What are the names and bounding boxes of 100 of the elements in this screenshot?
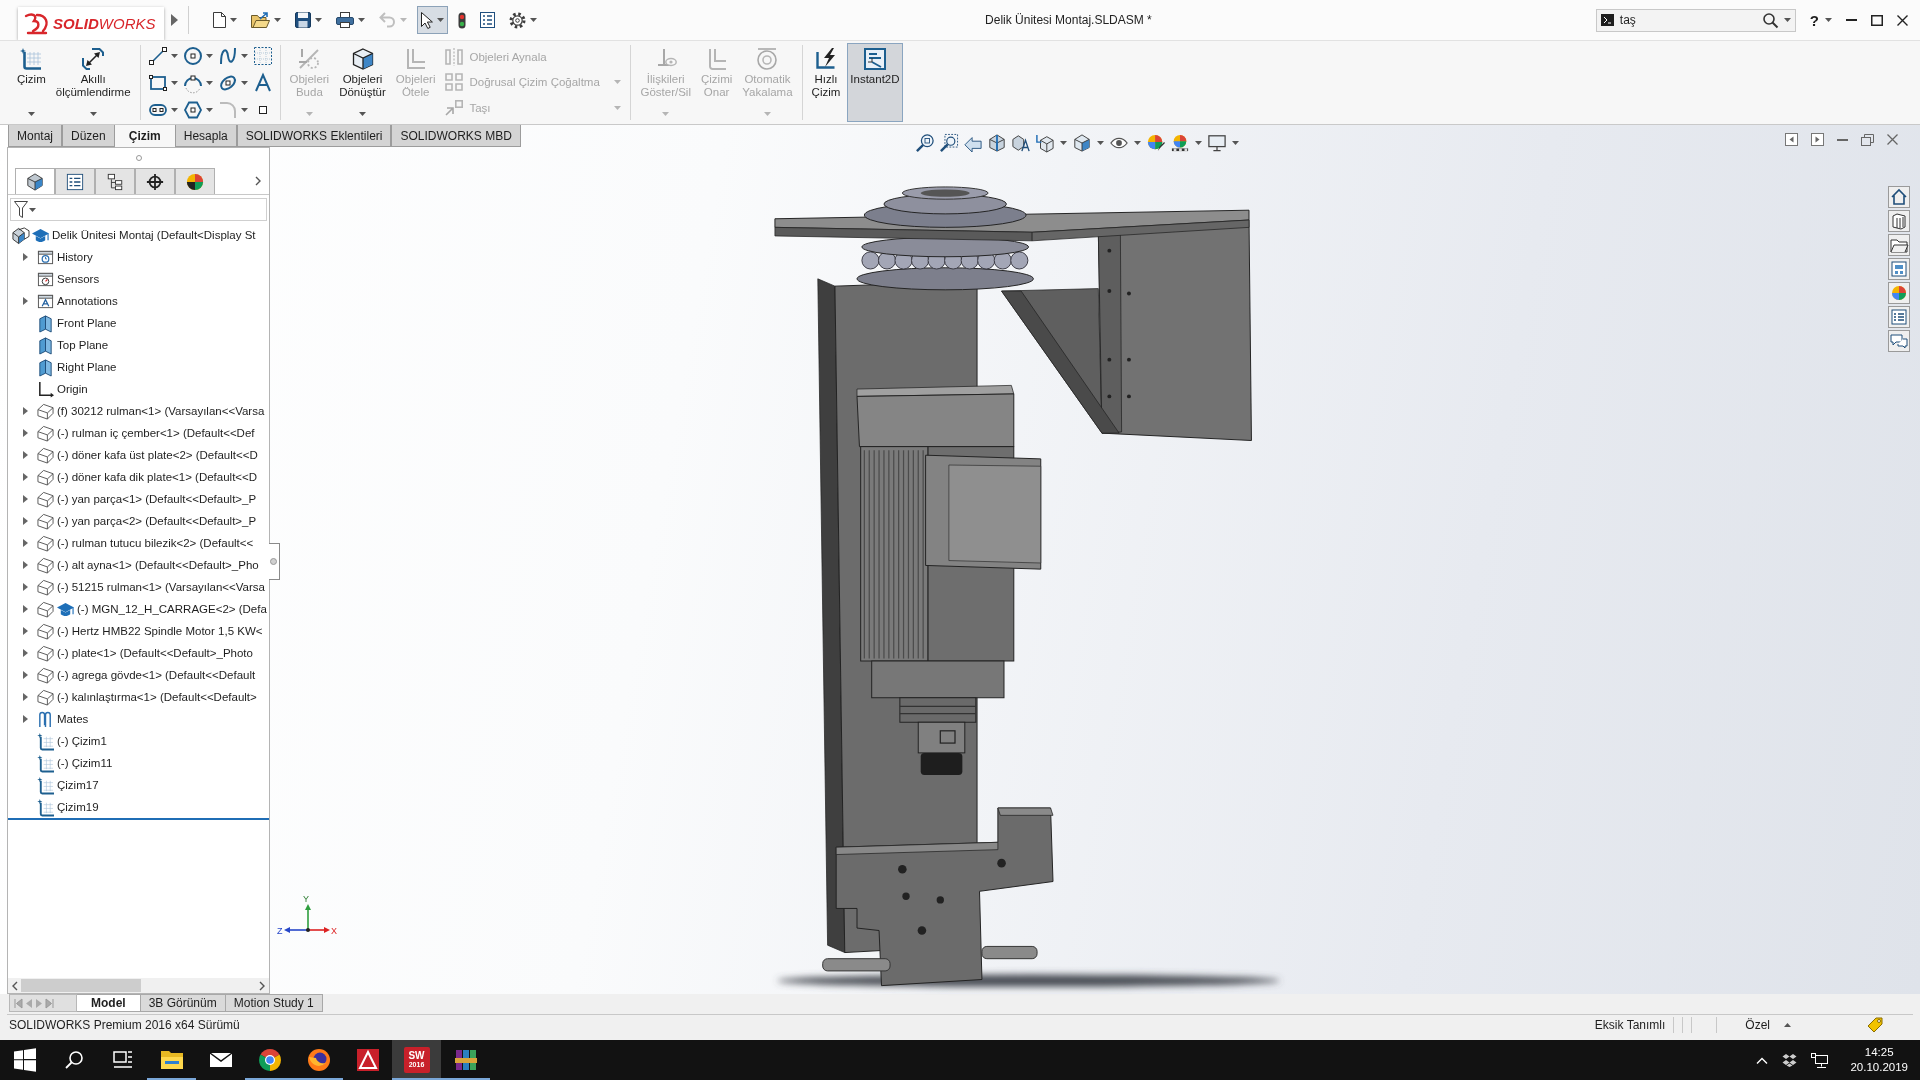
panel-tab[interactable] bbox=[135, 168, 175, 194]
menu-triangle-icon[interactable] bbox=[171, 14, 178, 26]
ellipse-icon[interactable] bbox=[218, 73, 237, 92]
network-monitor-icon[interactable] bbox=[1811, 1052, 1829, 1068]
tree-item[interactable]: (-) agrega gövde<1> (Default<<Default bbox=[8, 664, 256, 686]
sketch-button[interactable]: Çizim bbox=[14, 43, 49, 122]
taskbar-clock[interactable]: 14:25 20.10.2019 bbox=[1848, 1045, 1910, 1075]
caret-icon[interactable] bbox=[240, 80, 248, 85]
tree-item[interactable]: History bbox=[8, 246, 93, 268]
search-field[interactable]: taş bbox=[1595, 8, 1796, 32]
bottom-tab[interactable]: 3B Görünüm bbox=[140, 994, 226, 1012]
caret-icon[interactable] bbox=[1195, 141, 1202, 145]
smart-dimension-button[interactable]: Akıllı ölçümlendirme bbox=[52, 43, 134, 122]
expand-triangle-icon[interactable] bbox=[22, 605, 28, 613]
expand-triangle-icon[interactable] bbox=[22, 451, 28, 459]
tree-item[interactable]: (-) rulman iç çember<1> (Default<<Def bbox=[8, 422, 255, 444]
panel-tab[interactable] bbox=[175, 168, 215, 194]
chat-bubbles-icon[interactable] bbox=[1888, 330, 1910, 352]
monitor-icon[interactable] bbox=[1208, 134, 1226, 152]
expand-triangle-icon[interactable] bbox=[22, 671, 28, 679]
view-palette-icon[interactable] bbox=[1888, 258, 1910, 280]
scroll-right-icon[interactable] bbox=[259, 980, 265, 991]
tree-item[interactable]: Right Plane bbox=[8, 356, 117, 378]
expand-triangle-icon[interactable] bbox=[22, 715, 28, 723]
folder-icon[interactable] bbox=[1888, 234, 1910, 256]
close-icon[interactable] bbox=[1897, 14, 1908, 26]
tree-item[interactable]: Delik Ünitesi Montaj (Default<Display St bbox=[8, 224, 256, 246]
text-tool-icon[interactable] bbox=[253, 73, 272, 92]
tree-item[interactable]: (-) 51215 rulman<1> (Varsayılan<<Varsa bbox=[8, 576, 265, 598]
tree-item[interactable]: (-) Çizim11 bbox=[8, 752, 113, 774]
caret-icon[interactable] bbox=[170, 107, 178, 112]
caret-icon[interactable] bbox=[1825, 18, 1832, 22]
ribbon-tab[interactable]: Düzen bbox=[62, 125, 115, 147]
spline-icon[interactable] bbox=[218, 46, 237, 65]
tree-item[interactable]: (-) kalınlaştırma<1> (Default<<Default> bbox=[8, 686, 257, 708]
ribbon-tab[interactable]: SOLIDWORKS Eklentileri bbox=[236, 125, 392, 147]
caret-icon[interactable] bbox=[29, 207, 36, 212]
cube-annotation-icon[interactable] bbox=[1012, 134, 1030, 152]
expand-triangle-icon[interactable] bbox=[22, 297, 28, 305]
tree-item[interactable]: Mates bbox=[8, 708, 89, 730]
expand-triangle-icon[interactable] bbox=[22, 407, 28, 415]
tree-item[interactable]: (-) MGN_12_H_CARRAGE<2> (Defa bbox=[8, 598, 267, 620]
expand-triangle-icon[interactable] bbox=[22, 495, 28, 503]
logo-button[interactable]: SOLIDWORKS bbox=[18, 7, 164, 40]
ribbon-tab[interactable]: Hesapla bbox=[174, 125, 237, 147]
caret-icon[interactable] bbox=[240, 107, 248, 112]
panel-flyout-tab[interactable] bbox=[269, 543, 280, 580]
tree-item[interactable]: Annotations bbox=[8, 290, 118, 312]
caret-icon[interactable] bbox=[1232, 141, 1239, 145]
tree-item[interactable]: Çizim17 bbox=[8, 774, 99, 796]
cube-orientation-icon[interactable] bbox=[1036, 134, 1054, 152]
panel-right-icon[interactable] bbox=[1811, 133, 1824, 146]
rectangle-icon[interactable] bbox=[148, 73, 167, 92]
caret-icon[interactable] bbox=[358, 18, 365, 22]
tree-item[interactable]: (-) alt ayna<1> (Default<<Default>_Pho bbox=[8, 554, 259, 576]
restore-icon[interactable] bbox=[1861, 133, 1874, 146]
drag-handle-icon[interactable] bbox=[135, 155, 142, 161]
horizontal-scrollbar[interactable] bbox=[8, 978, 269, 993]
tree-item[interactable]: (-) rulman tutucu bilezik<2> (Default<< bbox=[8, 532, 254, 554]
caret-icon[interactable] bbox=[274, 18, 281, 22]
expand-triangle-icon[interactable] bbox=[22, 517, 28, 525]
chevron-right-icon[interactable] bbox=[255, 176, 261, 186]
help-button[interactable]: ? bbox=[1809, 11, 1819, 29]
tree-item[interactable]: (-) döner kafa dik plate<1> (Default<<D bbox=[8, 466, 258, 488]
caret-icon[interactable] bbox=[205, 53, 213, 58]
tree-item[interactable]: (f) 30212 rulman<1> (Varsayılan<<Varsa bbox=[8, 400, 265, 422]
panel-left-icon[interactable] bbox=[1785, 133, 1798, 146]
caret-icon[interactable] bbox=[240, 53, 248, 58]
units-dropdown[interactable]: Özel bbox=[1745, 1018, 1791, 1032]
caret-icon[interactable] bbox=[1134, 141, 1141, 145]
expand-triangle-icon[interactable] bbox=[22, 539, 28, 547]
tree-item[interactable]: (-) Çizim1 bbox=[8, 730, 107, 752]
chevron-up-icon[interactable] bbox=[1756, 1056, 1769, 1064]
panel-tab[interactable] bbox=[95, 168, 135, 194]
tree-item[interactable]: (-) yan parça<2> (Default<<Default>_P bbox=[8, 510, 257, 532]
tree-filter-field[interactable] bbox=[10, 198, 267, 221]
point-icon[interactable] bbox=[258, 105, 267, 114]
caret-icon[interactable] bbox=[359, 112, 366, 116]
line-icon[interactable] bbox=[148, 46, 167, 65]
diamond-cluster-icon[interactable] bbox=[1782, 1053, 1798, 1067]
minimize-icon[interactable] bbox=[1837, 138, 1848, 141]
ribbon-tab[interactable]: Montaj bbox=[8, 125, 63, 147]
maximize-icon[interactable] bbox=[1871, 14, 1883, 26]
dashed-grid-icon[interactable] bbox=[253, 46, 272, 65]
ribbon-tab[interactable]: Çizim bbox=[114, 125, 175, 147]
shaded-cube-icon[interactable] bbox=[1073, 134, 1091, 152]
caret-icon[interactable] bbox=[1060, 141, 1067, 145]
back-arrow-icon[interactable] bbox=[964, 134, 982, 152]
tree-item[interactable]: Sensors bbox=[8, 268, 100, 290]
zoom-area-icon[interactable] bbox=[940, 134, 958, 152]
expand-triangle-icon[interactable] bbox=[22, 583, 28, 591]
expand-triangle-icon[interactable] bbox=[22, 693, 28, 701]
caret-icon[interactable] bbox=[205, 80, 213, 85]
zoom-fit-icon[interactable] bbox=[916, 134, 934, 152]
expand-triangle-icon[interactable] bbox=[22, 649, 28, 657]
circle-icon[interactable] bbox=[183, 46, 202, 65]
panel-tab[interactable] bbox=[15, 168, 55, 194]
home-icon[interactable] bbox=[1888, 186, 1910, 208]
expand-triangle-icon[interactable] bbox=[22, 473, 28, 481]
caret-icon[interactable] bbox=[170, 80, 178, 85]
